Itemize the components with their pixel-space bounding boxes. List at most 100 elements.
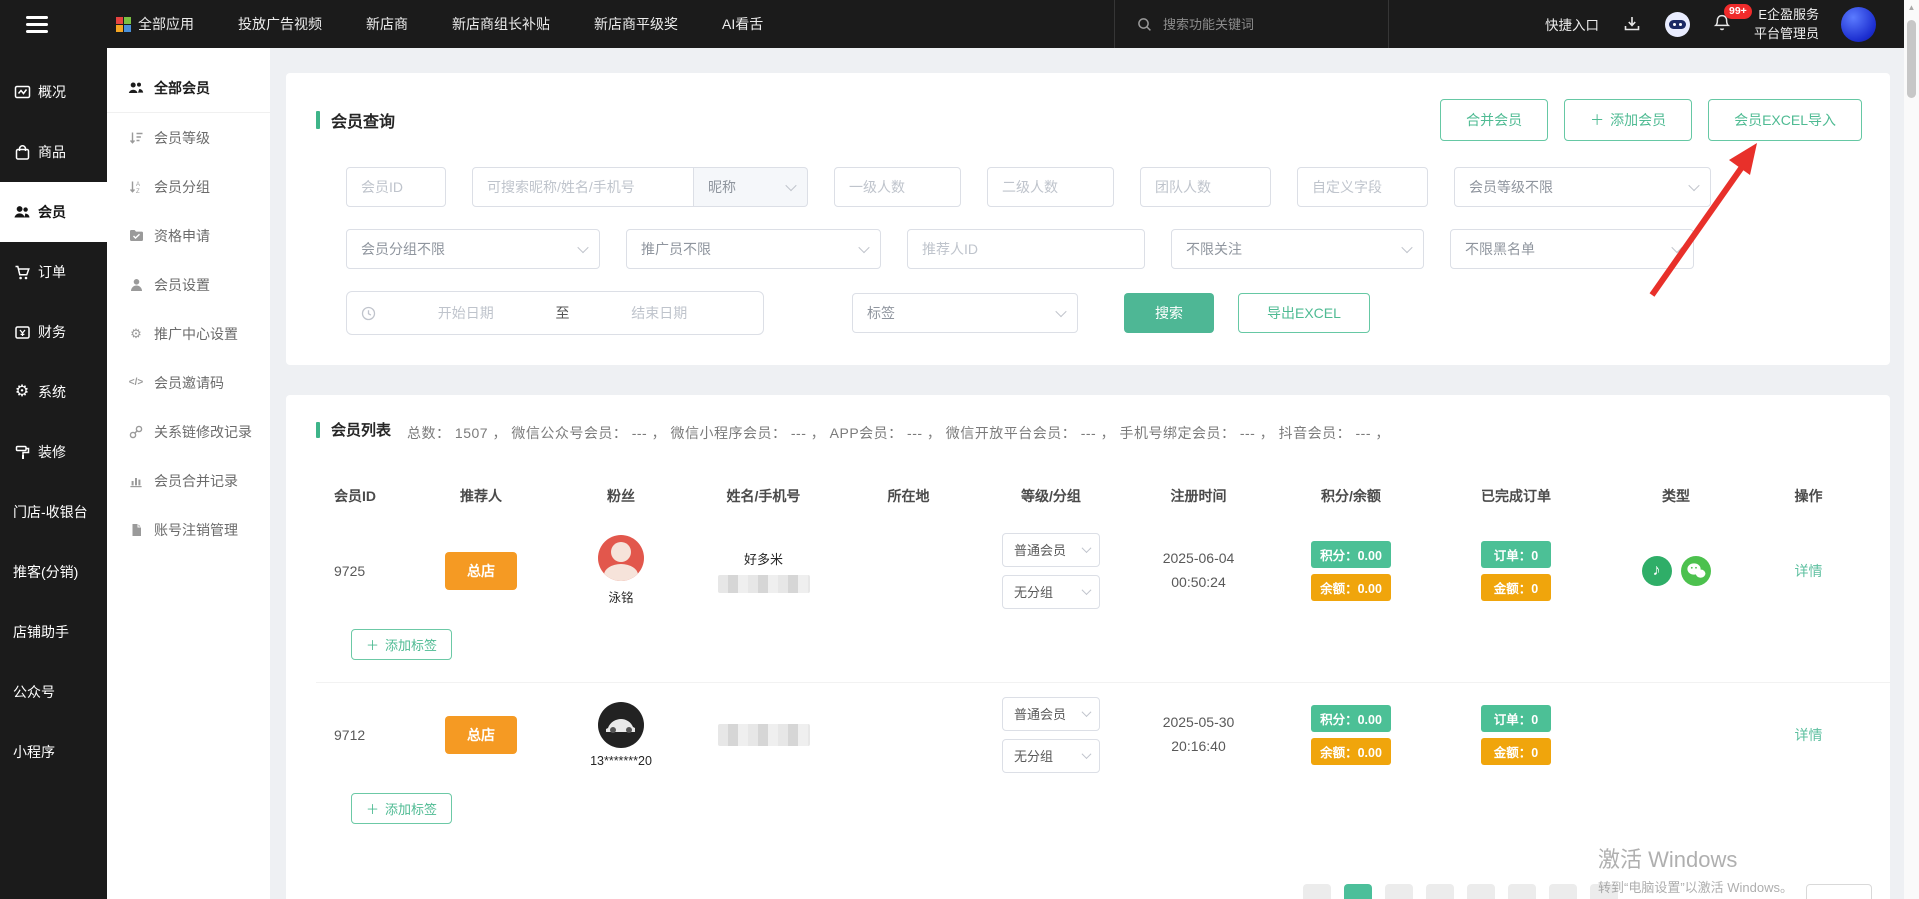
add-tag-button[interactable]: ＋添加标签 — [351, 793, 452, 824]
search-input[interactable] — [1163, 17, 1343, 32]
col-referrer: 推荐人 — [406, 486, 556, 506]
custom-field-input[interactable] — [1297, 167, 1428, 207]
submenu-member-level[interactable]: 会员等级 — [107, 113, 270, 162]
page-button[interactable] — [1303, 884, 1331, 899]
account-role: 平台管理员 — [1754, 24, 1819, 43]
title-accent-bar — [316, 111, 320, 129]
submenu-promo-center-settings[interactable]: ⚙ 推广中心设置 — [107, 309, 270, 358]
rail-item-overview[interactable]: 概况 — [0, 62, 107, 122]
col-completed-orders: 已完成订单 — [1431, 486, 1601, 506]
team-count-input[interactable] — [1140, 167, 1271, 207]
nav-label: 新店商组长补贴 — [452, 14, 550, 34]
nav-ad-video[interactable]: 投放广告视频 — [238, 14, 322, 34]
overview-icon — [13, 83, 31, 101]
group-select[interactable]: 无分组 — [1002, 575, 1100, 609]
level-select[interactable]: 普通会员 — [1002, 697, 1100, 731]
col-action: 操作 — [1751, 486, 1866, 506]
rail-item-decorate[interactable]: 装修 — [0, 422, 107, 482]
promoter-select[interactable]: 推广员不限 — [626, 229, 881, 269]
page-button[interactable] — [1549, 884, 1577, 899]
user-avatar[interactable] — [1841, 7, 1876, 42]
col-location: 所在地 — [841, 486, 976, 506]
submenu-account-cancellation[interactable]: 账号注销管理 — [107, 505, 270, 554]
blacklist-filter-select[interactable]: 不限黑名单 — [1450, 229, 1694, 269]
nav-all-apps[interactable]: 全部应用 — [116, 14, 194, 34]
chevron-down-icon — [1082, 585, 1092, 595]
page-button[interactable] — [1467, 884, 1495, 899]
member-excel-import-button[interactable]: 会员EXCEL导入 — [1708, 99, 1862, 141]
detail-link[interactable]: 详情 — [1795, 563, 1823, 579]
nav-ai-tongue[interactable]: AI看舌 — [722, 14, 763, 34]
rail-item-goods[interactable]: 商品 — [0, 122, 107, 182]
level1-count-input[interactable] — [834, 167, 961, 207]
page-button[interactable] — [1385, 884, 1413, 899]
submenu-qualification[interactable]: 资格申请 — [107, 211, 270, 260]
search-button[interactable]: 搜索 — [1124, 293, 1214, 333]
nav-level-award[interactable]: 新店商平级奖 — [594, 14, 678, 34]
orders-badge: 订单：0 — [1481, 705, 1551, 732]
page-button[interactable] — [1508, 884, 1536, 899]
quick-entry-link[interactable]: 快捷入口 — [1545, 14, 1599, 34]
page-button-active[interactable] — [1344, 884, 1372, 899]
rail-item-store-cashier[interactable]: 门店-收银台 — [0, 482, 107, 542]
member-group-select[interactable]: 会员分组不限 — [346, 229, 600, 269]
submenu-merge-log[interactable]: 会员合并记录 — [107, 456, 270, 505]
rail-item-official-account[interactable]: 公众号 — [0, 662, 107, 722]
hamburger-menu-icon[interactable] — [0, 0, 60, 48]
detail-link[interactable]: 详情 — [1795, 727, 1823, 743]
group-select[interactable]: 无分组 — [1002, 739, 1100, 773]
page-button[interactable] — [1590, 884, 1618, 899]
rail-label: 系统 — [38, 382, 66, 402]
submenu-relation-log[interactable]: 关系链修改记录 — [107, 407, 270, 456]
rail-item-members[interactable]: 会员 — [0, 182, 107, 242]
page-size-select[interactable] — [1806, 884, 1872, 899]
register-date-range-picker[interactable]: 开始日期 至 结束日期 — [346, 291, 764, 335]
nav-leader-subsidy[interactable]: 新店商组长补贴 — [452, 14, 550, 34]
referrer-store-button[interactable]: 总店 — [445, 716, 517, 754]
members-group-icon — [128, 80, 144, 96]
rail-label: 公众号 — [13, 682, 55, 702]
referrer-id-input[interactable] — [907, 229, 1145, 269]
account-info[interactable]: E企盈服务 平台管理员 — [1754, 5, 1819, 43]
follow-filter-select[interactable]: 不限关注 — [1171, 229, 1424, 269]
notifications[interactable]: 99+ — [1712, 13, 1732, 36]
merge-members-button[interactable]: 合并会员 — [1440, 99, 1548, 141]
scroll-up-arrow[interactable]: ▲ — [1904, 0, 1919, 16]
tag-select[interactable]: 标签 — [852, 293, 1078, 333]
title-accent-bar — [316, 422, 320, 438]
rail-item-shop-assistant[interactable]: 店铺助手 — [0, 602, 107, 662]
nav-new-shop[interactable]: 新店商 — [366, 14, 408, 34]
rail-item-distribution[interactable]: 推客(分销) — [0, 542, 107, 602]
query-title: 会员查询 — [316, 108, 395, 132]
query-title-text: 会员查询 — [331, 108, 395, 132]
scrollbar[interactable]: ▲ — [1904, 0, 1919, 899]
register-date: 2025-05-30 — [1126, 711, 1271, 734]
chevron-down-icon — [1401, 242, 1412, 253]
submenu-all-members[interactable]: 全部会员 — [107, 64, 270, 113]
page-button[interactable] — [1426, 884, 1454, 899]
member-level-select[interactable]: 会员等级不限 — [1454, 167, 1711, 207]
add-member-button[interactable]: ＋添加会员 — [1564, 99, 1692, 141]
rail-item-orders[interactable]: 订单 — [0, 242, 107, 302]
scrollbar-thumb[interactable] — [1907, 20, 1916, 98]
rail-label: 会员 — [38, 202, 66, 222]
rail-item-system[interactable]: ⚙ 系统 — [0, 362, 107, 422]
export-excel-button[interactable]: 导出EXCEL — [1238, 293, 1370, 333]
level-select[interactable]: 普通会员 — [1002, 533, 1100, 567]
nav-label: 投放广告视频 — [238, 14, 322, 34]
add-tag-button[interactable]: ＋添加标签 — [351, 629, 452, 660]
assistant-robot-icon[interactable] — [1665, 12, 1690, 37]
download-icon[interactable] — [1621, 13, 1643, 35]
referrer-store-button[interactable]: 总店 — [445, 552, 517, 590]
account-org: E企盈服务 — [1754, 5, 1819, 24]
submenu-invite-code[interactable]: </> 会员邀请码 — [107, 358, 270, 407]
level2-count-input[interactable] — [987, 167, 1114, 207]
rail-item-finance[interactable]: 财务 — [0, 302, 107, 362]
nickname-search-input[interactable] — [472, 167, 694, 207]
rail-item-mini-program[interactable]: 小程序 — [0, 722, 107, 782]
submenu-member-group[interactable]: AZ 会员分组 — [107, 162, 270, 211]
submenu-member-settings[interactable]: 会员设置 — [107, 260, 270, 309]
rail-label: 订单 — [38, 262, 66, 282]
search-type-select[interactable]: 昵称 — [694, 167, 808, 207]
member-id-input[interactable] — [346, 167, 446, 207]
